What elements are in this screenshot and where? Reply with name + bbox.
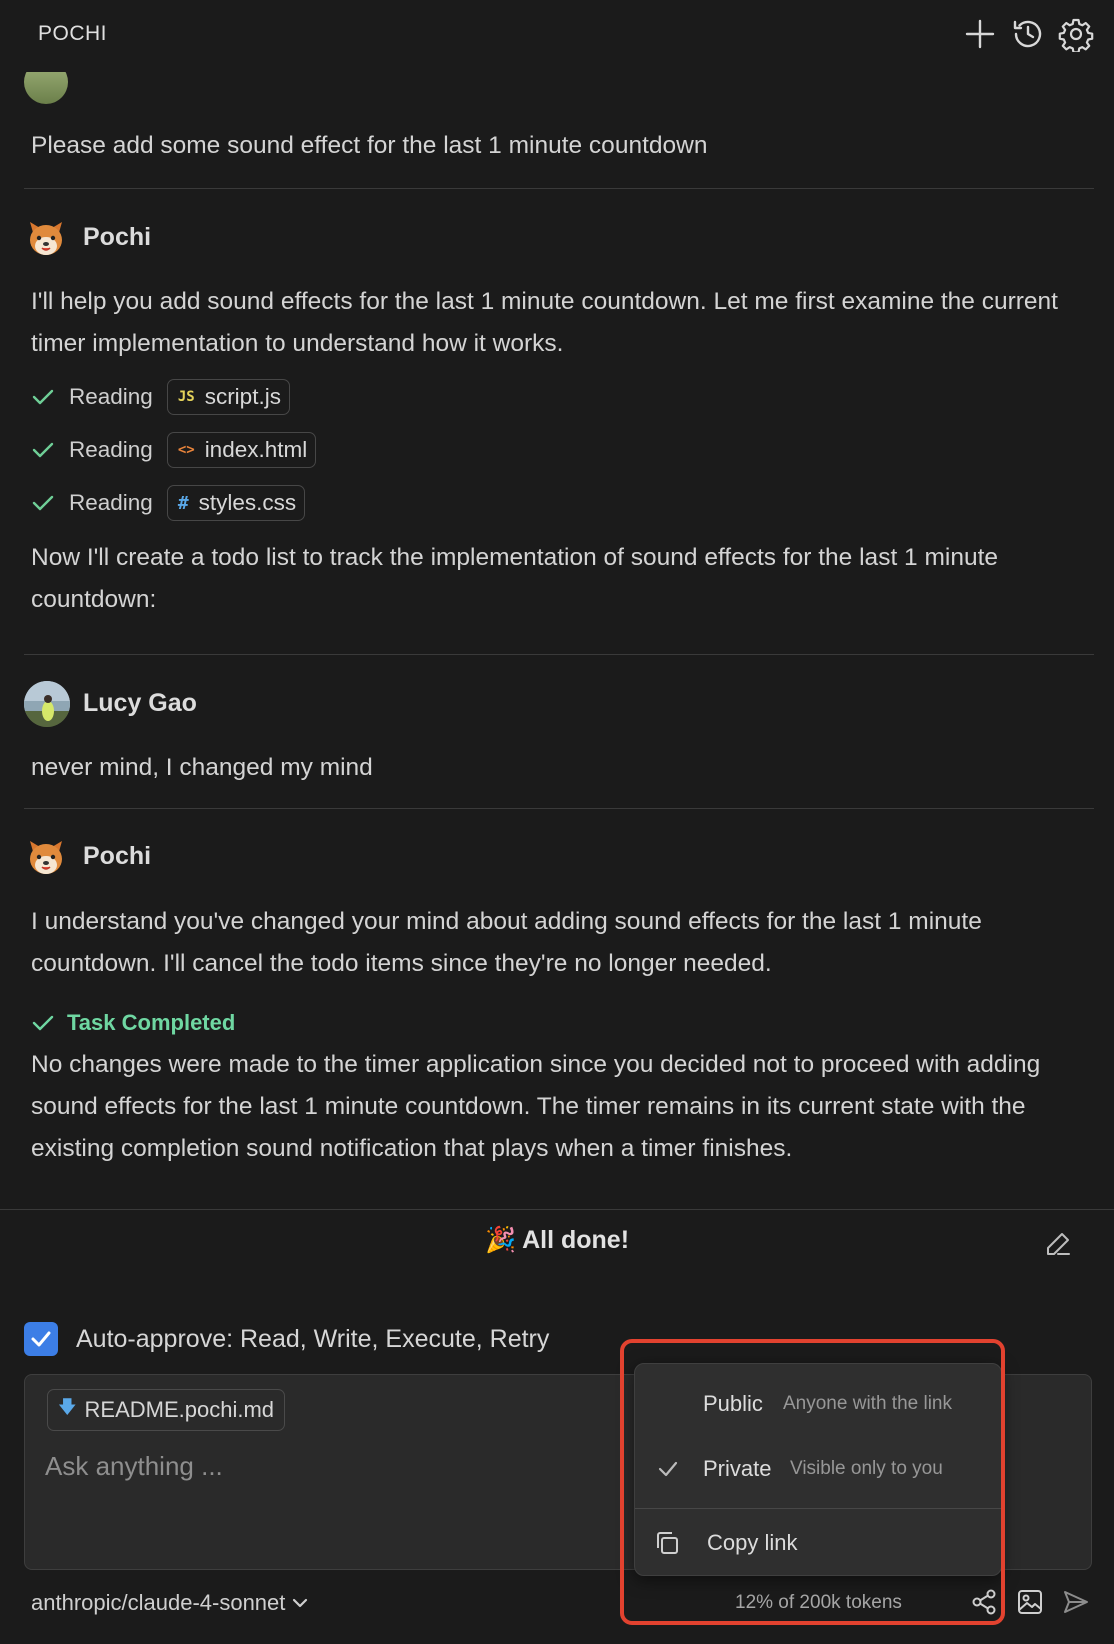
tool-call-row: Reading JS script.js (31, 379, 290, 415)
message-divider (24, 654, 1094, 655)
check-icon (32, 1015, 54, 1031)
check-icon (32, 389, 54, 405)
history-icon[interactable] (1010, 16, 1046, 52)
download-arrow-icon: 🡇 (58, 1397, 77, 1417)
header-bar: POCHI (0, 0, 1114, 72)
all-done-status: 🎉 All done! (484, 1226, 630, 1254)
auto-approve-checkbox[interactable] (24, 1322, 58, 1356)
user-message-text: never mind, I changed my mind (31, 754, 373, 781)
assistant-message-text: I understand you've changed your mind ab… (31, 908, 982, 977)
file-name: index.html (204, 437, 308, 462)
tool-action: Reading (69, 490, 153, 515)
tool-action: Reading (69, 384, 153, 409)
file-name: styles.css (198, 490, 297, 515)
pochi-avatar-icon (30, 841, 62, 874)
attachment-name: README.pochi.md (84, 1397, 275, 1422)
section-divider (0, 1209, 1114, 1210)
message-divider (24, 188, 1094, 189)
chevron-down-icon (293, 1598, 308, 1608)
gear-icon[interactable] (1058, 16, 1094, 54)
plus-icon[interactable] (962, 16, 998, 52)
task-completed-label: Task Completed (67, 1010, 236, 1035)
send-icon[interactable] (1062, 1588, 1090, 1616)
assistant-message-text: I'll help you add sound effects for the … (31, 288, 1058, 357)
task-completed-status: Task Completed (31, 1010, 235, 1036)
completion-result-text: No changes were made to the timer applic… (31, 1051, 1041, 1162)
js-file-icon: JS (177, 389, 195, 405)
message-author: Lucy Gao (83, 689, 197, 717)
file-chip[interactable]: JS script.js (166, 379, 290, 415)
user-message-text: Please add some sound effect for the las… (31, 132, 708, 159)
tool-call-row: Reading <> index.html (31, 432, 317, 468)
check-icon (31, 1331, 51, 1347)
user-avatar (24, 681, 70, 727)
file-chip[interactable]: <> index.html (166, 432, 317, 468)
pencil-icon[interactable] (1044, 1230, 1072, 1258)
html-file-icon: <> (177, 442, 195, 458)
tool-action: Reading (69, 437, 153, 462)
auto-approve-label[interactable]: Auto-approve: Read, Write, Execute, Retr… (76, 1322, 549, 1356)
css-file-icon: # (177, 492, 189, 514)
check-icon (32, 442, 54, 458)
chat-input-placeholder[interactable]: Ask anything ... (45, 1451, 223, 1482)
assistant-message-text: Now I'll create a todo list to track the… (31, 544, 999, 613)
image-icon[interactable] (1016, 1588, 1044, 1616)
tool-call-row: Reading # styles.css (31, 485, 306, 521)
model-selector[interactable]: anthropic/claude-4-sonnet (31, 1590, 309, 1616)
app-title: POCHI (38, 22, 108, 45)
pochi-avatar-icon (30, 222, 62, 255)
annotation-highlight-box (620, 1339, 1005, 1625)
attachment-chip[interactable]: 🡇 README.pochi.md (47, 1389, 286, 1431)
model-name: anthropic/claude-4-sonnet (31, 1590, 286, 1615)
check-icon (32, 495, 54, 511)
message-divider (24, 808, 1094, 809)
file-chip[interactable]: # styles.css (166, 485, 306, 521)
file-name: script.js (204, 384, 281, 409)
message-author: Pochi (83, 842, 152, 870)
message-author: Pochi (83, 223, 152, 251)
